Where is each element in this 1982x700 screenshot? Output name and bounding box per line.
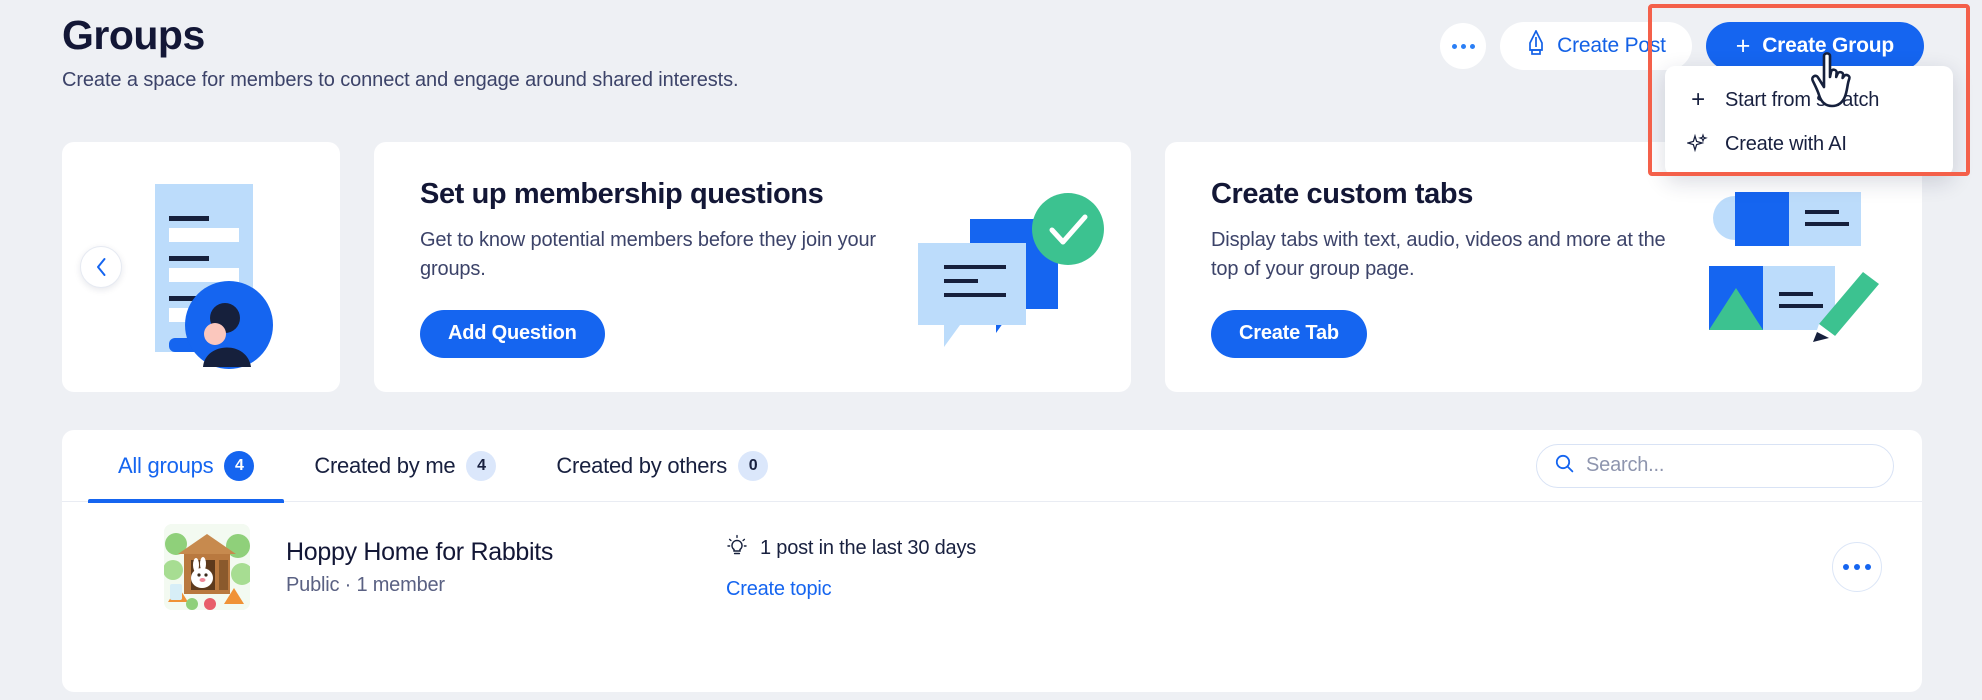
- tab-count-badge: 0: [738, 450, 769, 481]
- tab-created-by-others[interactable]: Created by others 0: [526, 430, 798, 502]
- page-subtitle: Create a space for members to connect an…: [62, 69, 739, 92]
- page-header: Groups Create a space for members to con…: [62, 12, 739, 92]
- tab-all-groups[interactable]: All groups 4: [88, 430, 285, 503]
- group-activity: 1 post in the last 30 days: [726, 534, 976, 564]
- header-actions: Create Post + Create Group: [1440, 22, 1924, 70]
- promo-cards-row: Set up membership questions Get to know …: [62, 142, 1922, 392]
- carousel-prev-button[interactable]: [80, 246, 122, 288]
- group-row-more-button[interactable]: [1832, 542, 1882, 592]
- tab-count-badge: 4: [224, 450, 255, 481]
- create-topic-link[interactable]: Create topic: [726, 578, 976, 601]
- create-post-label: Create Post: [1557, 34, 1666, 57]
- add-question-button[interactable]: Add Question: [420, 309, 605, 358]
- ellipsis-icon: [1843, 564, 1849, 570]
- ellipsis-icon: [1865, 564, 1871, 570]
- dropdown-item-create-with-ai[interactable]: Create with AI: [1665, 122, 1953, 166]
- tab-label: Created by me: [314, 452, 456, 478]
- dropdown-item-label: Start from scratch: [1725, 88, 1880, 111]
- ellipsis-icon: [1469, 43, 1475, 49]
- dropdown-item-start-from-scratch[interactable]: + Start from scratch: [1665, 78, 1953, 122]
- create-group-button[interactable]: + Create Group: [1705, 22, 1924, 70]
- rabbit-hutch-thumbnail: [164, 524, 250, 610]
- ellipsis-icon: [1854, 564, 1860, 570]
- tab-label: Created by others: [556, 452, 728, 478]
- create-tab-button[interactable]: Create Tab: [1211, 309, 1367, 358]
- plus-icon: +: [1691, 86, 1705, 113]
- promo-card-text: Create custom tabs Display tabs with tex…: [1165, 176, 1685, 358]
- promo-card-title: Set up membership questions: [420, 178, 824, 211]
- plus-icon: +: [1735, 31, 1751, 60]
- sparkle-icon: [1687, 133, 1709, 155]
- groups-tabs: All groups 4 Created by me 4 Created by …: [62, 430, 1922, 503]
- search-box[interactable]: [1536, 443, 1894, 488]
- promo-card-text: Set up membership questions Get to know …: [374, 176, 894, 358]
- group-name: Hoppy Home for Rabbits: [286, 537, 554, 566]
- search-input[interactable]: [1586, 454, 1875, 477]
- promo-card-body: Display tabs with text, audio, videos an…: [1211, 228, 1666, 280]
- lightbulb-icon: [726, 534, 748, 564]
- tab-created-by-me[interactable]: Created by me 4: [284, 430, 526, 502]
- promo-card-custom-tabs: Create custom tabs Display tabs with tex…: [1165, 142, 1922, 392]
- media-cards-pencil-illustration: [1685, 182, 1922, 352]
- group-visibility-members: Public · 1 member: [286, 573, 445, 596]
- promo-card-previous[interactable]: [62, 142, 340, 392]
- promo-card-body: Get to know potential members before the…: [420, 228, 876, 280]
- header-more-button[interactable]: [1440, 23, 1487, 69]
- group-stats: 1 post in the last 30 days Create topic: [726, 534, 976, 601]
- group-meta: Hoppy Home for Rabbits Public · 1 member: [286, 538, 716, 597]
- table-row[interactable]: Hoppy Home for Rabbits Public · 1 member…: [62, 502, 1922, 632]
- pen-nib-icon: [1526, 29, 1546, 62]
- promo-card-membership-questions: Set up membership questions Get to know …: [374, 142, 1131, 392]
- promo-card-title: Create custom tabs: [1211, 178, 1473, 211]
- search-icon: [1555, 454, 1574, 478]
- dropdown-item-label: Create with AI: [1725, 132, 1847, 155]
- create-post-button[interactable]: Create Post: [1500, 22, 1692, 70]
- group-activity-label: 1 post in the last 30 days: [760, 537, 977, 559]
- chevron-left-icon: [96, 258, 105, 276]
- groups-page: Groups Create a space for members to con…: [0, 0, 1982, 700]
- ellipsis-icon: [1460, 43, 1466, 49]
- tab-label: All groups: [118, 452, 214, 478]
- ellipsis-icon: [1451, 43, 1457, 49]
- page-title: Groups: [62, 12, 205, 58]
- create-group-label: Create Group: [1762, 34, 1894, 57]
- create-group-dropdown: + Start from scratch Create with AI: [1665, 66, 1953, 176]
- groups-panel: All groups 4 Created by me 4 Created by …: [62, 430, 1922, 692]
- chat-bubbles-check-illustration: [894, 187, 1131, 347]
- tab-count-badge: 4: [466, 450, 497, 481]
